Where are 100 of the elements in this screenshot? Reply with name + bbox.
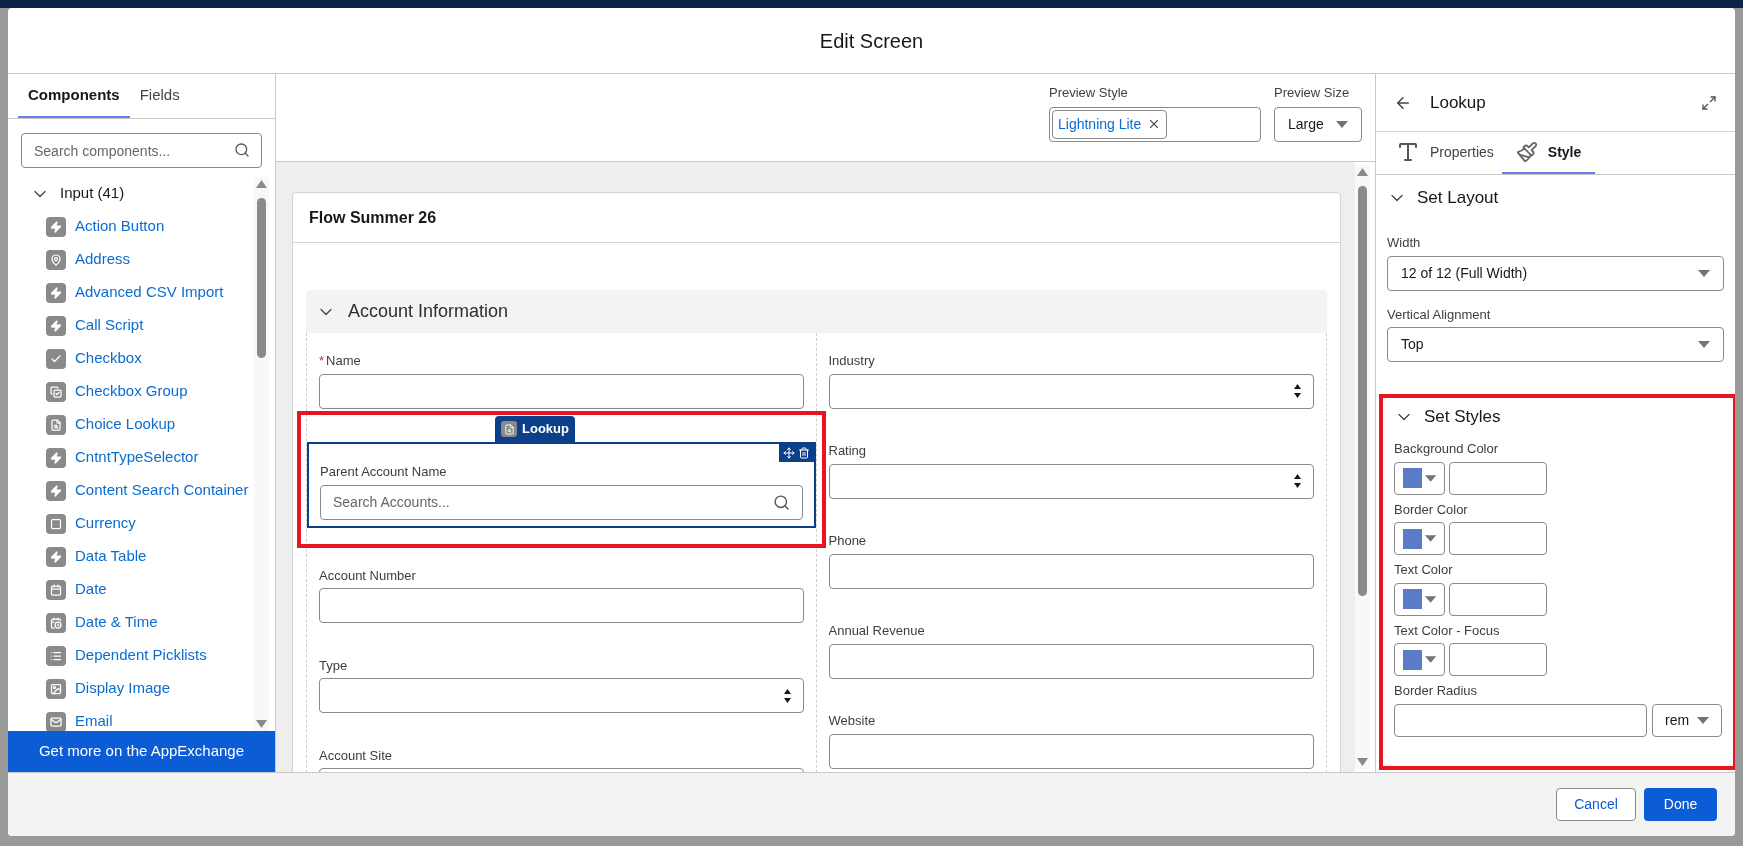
field-label: Account Number xyxy=(319,566,416,585)
color-value-field[interactable] xyxy=(1449,643,1547,676)
move-icon[interactable] xyxy=(782,447,795,459)
sort-arrows-icon xyxy=(1294,383,1301,399)
select-field[interactable]: Top xyxy=(1387,327,1724,362)
field-label: Border Radius xyxy=(1394,682,1479,700)
caret-icon xyxy=(1336,120,1348,128)
bolt-icon xyxy=(46,282,66,303)
component-item[interactable]: Content Search Container xyxy=(30,474,254,507)
appexchange-button[interactable]: Get more on the AppExchange xyxy=(8,731,275,772)
field-label: Annual Revenue xyxy=(828,622,925,640)
cancel-button[interactable]: Cancel xyxy=(1556,788,1636,821)
component-item[interactable]: Date & Time xyxy=(30,606,254,639)
component-item[interactable]: Date xyxy=(30,573,254,606)
component-item[interactable]: Checkbox xyxy=(30,342,254,375)
panel-title: Lookup xyxy=(1430,91,1487,114)
select-field[interactable]: 12 of 12 (Full Width) xyxy=(1387,255,1724,291)
expand-icon[interactable] xyxy=(1701,94,1717,111)
component-item[interactable]: Currency xyxy=(30,507,254,540)
component-item[interactable]: Data Table xyxy=(30,540,254,573)
field-label: Industry xyxy=(828,352,875,370)
color-picker-button[interactable] xyxy=(1394,582,1445,616)
preview-style-pill[interactable]: Lightning Lite xyxy=(1052,109,1168,139)
text-field[interactable] xyxy=(828,643,1314,679)
search-field[interactable]: Search components... xyxy=(21,133,262,168)
caret-icon xyxy=(1424,595,1436,603)
panel-tab[interactable]: Properties xyxy=(1388,132,1502,174)
search-icon xyxy=(772,493,790,511)
caret-icon xyxy=(1698,269,1710,277)
scroll-down-icon[interactable] xyxy=(1357,758,1368,766)
scroll-down-icon[interactable] xyxy=(256,720,267,728)
sort-arrows-icon xyxy=(783,687,791,704)
panel-tab[interactable]: Style xyxy=(1501,132,1596,174)
image-icon xyxy=(46,678,66,699)
component-item[interactable]: CntntTypeSelector xyxy=(30,441,254,474)
component-item[interactable]: Advanced CSV Import xyxy=(30,276,254,309)
scroll-up-icon[interactable] xyxy=(1357,168,1368,176)
section-title[interactable]: Set Layout xyxy=(1417,185,1499,211)
field-label: Name xyxy=(326,352,361,370)
delete-icon[interactable] xyxy=(797,447,810,459)
field-label: Text Color - Focus xyxy=(1394,621,1501,640)
unit-select[interactable]: rem xyxy=(1652,703,1722,737)
field-label: Background Color xyxy=(1394,440,1500,458)
panel-tab[interactable]: Fields xyxy=(129,74,190,118)
color-picker-button[interactable] xyxy=(1394,522,1445,555)
component-item[interactable]: Action Button xyxy=(30,210,254,243)
caret-icon xyxy=(1424,535,1436,542)
section-title[interactable]: Set Styles xyxy=(1424,403,1501,430)
color-value-field[interactable] xyxy=(1449,461,1547,495)
text-field[interactable] xyxy=(1394,703,1647,737)
bolt-icon xyxy=(46,216,66,237)
caret-icon xyxy=(1697,716,1709,724)
caret-icon xyxy=(1424,474,1436,482)
brush-icon xyxy=(1515,141,1538,163)
field-label: Preview Style xyxy=(1049,84,1129,102)
section-header[interactable]: Account Information xyxy=(306,290,1327,333)
color-value-field[interactable] xyxy=(1449,522,1547,555)
scrollbar[interactable] xyxy=(1355,165,1370,769)
bolt-icon xyxy=(46,447,66,468)
scroll-up-icon[interactable] xyxy=(256,180,267,188)
bolt-icon xyxy=(46,480,66,501)
picklist-field[interactable] xyxy=(828,373,1314,409)
scrollbar-thumb[interactable] xyxy=(1358,186,1367,596)
preview-style-field[interactable]: Lightning Lite xyxy=(1049,106,1261,142)
selected-component[interactable]: Parent Account Name Search Accounts... xyxy=(307,442,816,528)
color-picker-button[interactable] xyxy=(1394,643,1445,676)
pin-icon xyxy=(46,249,66,270)
panel-tab[interactable]: Components xyxy=(18,74,130,118)
field-label: Vertical Alignment xyxy=(1387,305,1492,324)
component-item[interactable]: Call Script xyxy=(30,309,254,342)
field-label: Website xyxy=(828,712,876,730)
component-item[interactable]: Display Image xyxy=(30,672,254,705)
scrollbar-thumb[interactable] xyxy=(257,198,266,358)
picklist-field[interactable] xyxy=(319,678,804,713)
text-field[interactable] xyxy=(319,373,804,409)
text-field[interactable] xyxy=(828,553,1314,589)
component-item[interactable]: Checkbox Group xyxy=(30,375,254,408)
component-item[interactable]: Email xyxy=(30,705,254,731)
bolt-icon xyxy=(46,546,66,567)
picklist-field[interactable] xyxy=(828,463,1314,499)
list-icon xyxy=(46,645,66,666)
component-item[interactable]: Choice Lookup xyxy=(30,408,254,441)
calendar-clock-icon xyxy=(46,612,66,633)
caret-icon xyxy=(1698,341,1710,348)
done-button[interactable]: Done xyxy=(1644,788,1717,821)
preview-size-select[interactable]: Large xyxy=(1274,106,1362,142)
lookup-field[interactable]: Search Accounts... xyxy=(320,484,803,520)
lookup-icon xyxy=(46,414,66,435)
component-item[interactable]: Dependent Picklists xyxy=(30,639,254,672)
color-picker-button[interactable] xyxy=(1394,461,1445,495)
tree-group-label[interactable]: Input (41) xyxy=(60,182,125,205)
text-field[interactable] xyxy=(319,588,804,623)
field-label: Account Site xyxy=(319,746,392,765)
color-value-field[interactable] xyxy=(1449,582,1547,616)
text-field[interactable] xyxy=(828,733,1314,769)
checkbox-group-icon xyxy=(46,381,66,402)
component-item[interactable]: Address xyxy=(30,243,254,276)
required-mark: * xyxy=(319,352,325,370)
calendar-icon xyxy=(46,579,66,600)
scrollbar[interactable] xyxy=(254,177,269,731)
